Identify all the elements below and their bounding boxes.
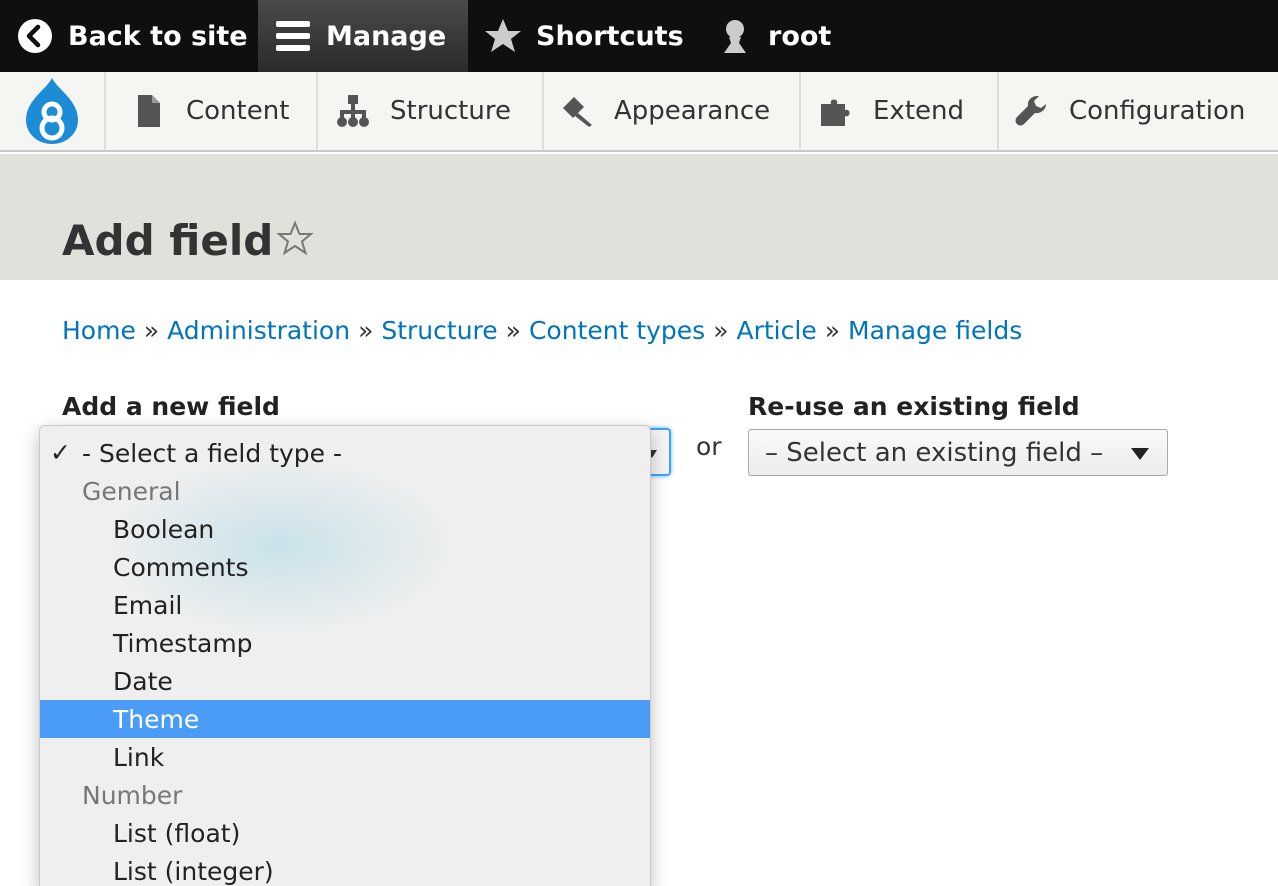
option-label: Timestamp: [113, 628, 253, 658]
dropdown-option[interactable]: Date: [40, 662, 650, 700]
or-text: or: [696, 432, 722, 461]
tray-item-configuration[interactable]: Configuration: [999, 72, 1278, 150]
drupal-logo[interactable]: [0, 72, 106, 150]
new-field-label: Add a new field: [62, 392, 280, 421]
chevron-left-circle-icon: [18, 19, 52, 53]
puzzle-icon: [821, 99, 850, 126]
user-label: root: [768, 20, 832, 52]
tray-item-label: Extend: [873, 96, 964, 126]
user-icon: [724, 20, 746, 53]
tray-item-appearance[interactable]: Appearance: [544, 72, 801, 150]
tray-item-content[interactable]: Content: [108, 72, 318, 150]
hamburger-menu-icon: [276, 21, 310, 51]
dropdown-option[interactable]: Email: [40, 586, 650, 624]
admin-tray: Content Structure Appearance Extend Conf…: [0, 72, 1278, 152]
dropdown-option[interactable]: Theme: [40, 700, 650, 738]
option-label: General: [82, 476, 181, 506]
existing-field-select-value: – Select an existing field –: [765, 437, 1104, 468]
field-type-dropdown-list[interactable]: ✓ - Select a field type - General Boolean Co…: [39, 425, 651, 886]
reuse-field-label: Re-use an existing field: [748, 392, 1080, 421]
dropdown-option[interactable]: Timestamp: [40, 624, 650, 662]
page-header: Add field: [0, 154, 1278, 280]
option-label: Theme: [113, 704, 200, 734]
option-label: Email: [113, 590, 183, 620]
breadcrumb-administration[interactable]: Administration: [167, 316, 350, 345]
manage-label: Manage: [326, 20, 447, 52]
tray-item-label: Appearance: [614, 96, 771, 126]
existing-field-select[interactable]: – Select an existing field –: [748, 429, 1168, 476]
star-outline-icon[interactable]: [276, 220, 314, 258]
dropdown-option[interactable]: ✓ - Select a field type -: [40, 434, 650, 472]
dropdown-option[interactable]: List (integer): [40, 852, 650, 886]
option-label: Boolean: [113, 514, 215, 544]
dropdown-option[interactable]: Boolean: [40, 510, 650, 548]
paintbrush-icon: [563, 97, 592, 127]
star-icon: [485, 19, 521, 52]
dropdown-option[interactable]: List (float): [40, 814, 650, 852]
shortcuts-label: Shortcuts: [536, 20, 684, 52]
option-label: - Select a field type -: [82, 438, 343, 468]
option-label: Link: [113, 742, 165, 772]
document-icon: [138, 95, 160, 127]
option-label: Number: [82, 780, 183, 810]
dropdown-arrow-icon: [1131, 448, 1149, 460]
option-label: Comments: [113, 552, 249, 582]
tray-item-label: Structure: [390, 96, 511, 126]
manage-tab[interactable]: Manage: [258, 0, 468, 72]
tray-item-label: Content: [186, 96, 290, 126]
back-to-site-label: Back to site: [68, 20, 248, 52]
dropdown-option[interactable]: Comments: [40, 548, 650, 586]
shortcuts-tab[interactable]: Shortcuts: [468, 0, 698, 72]
option-label: Date: [113, 666, 173, 696]
tray-item-extend[interactable]: Extend: [801, 72, 999, 150]
breadcrumb-structure[interactable]: Structure: [381, 316, 497, 345]
option-group-label: General: [40, 472, 650, 510]
breadcrumb: Home» Administration» Structure» Content ty…: [62, 316, 1023, 345]
breadcrumb-manage-fields[interactable]: Manage fields: [848, 316, 1022, 345]
tray-item-structure[interactable]: Structure: [318, 72, 544, 150]
checkmark-icon: ✓: [50, 438, 71, 467]
back-to-site-link[interactable]: Back to site: [0, 0, 258, 72]
drupal-drop-icon: [26, 78, 78, 144]
sitemap-icon: [337, 95, 369, 127]
dropdown-option[interactable]: Link: [40, 738, 650, 776]
user-tab[interactable]: root: [698, 0, 898, 72]
breadcrumb-home[interactable]: Home: [62, 316, 136, 345]
option-group-label: Number: [40, 776, 650, 814]
tray-item-label: Configuration: [1069, 96, 1246, 126]
option-label: List (float): [113, 818, 241, 848]
breadcrumb-content-types[interactable]: Content types: [529, 316, 705, 345]
admin-toolbar: Back to site Manage Shortcuts root: [0, 0, 1278, 72]
breadcrumb-article[interactable]: Article: [737, 316, 817, 345]
wrench-icon: [1015, 96, 1046, 126]
option-label: List (integer): [113, 856, 274, 886]
page-title: Add field: [62, 216, 274, 265]
